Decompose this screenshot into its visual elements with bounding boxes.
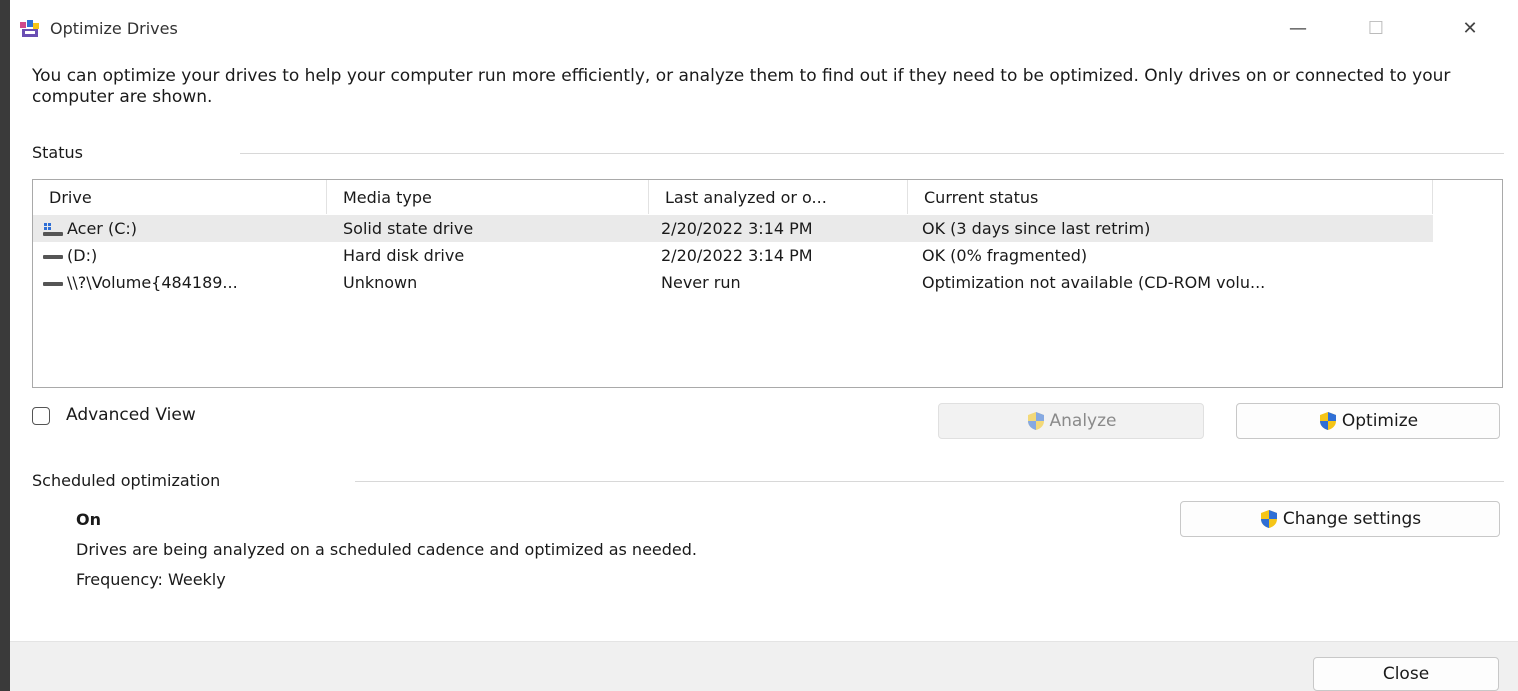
advanced-view-checkbox[interactable]: [32, 407, 50, 425]
windows-drive-icon: [43, 222, 63, 236]
drive-name: Acer (C:): [67, 219, 138, 238]
scheduled-divider: [355, 481, 1504, 482]
media-type-cell: Hard disk drive: [343, 246, 465, 265]
minimize-button[interactable]: —: [1278, 12, 1318, 44]
analyze-button[interactable]: Analyze: [938, 403, 1204, 439]
hard-disk-icon: [43, 276, 63, 290]
hard-disk-icon: [43, 249, 63, 263]
optimize-button[interactable]: Optimize: [1236, 403, 1500, 439]
drive-name: \\?\Volume{484189...: [67, 273, 238, 292]
current-status-cell: Optimization not available (CD-ROM volu.…: [922, 273, 1266, 292]
uac-shield-icon: [1318, 411, 1338, 431]
drive-row[interactable]: Acer (C:) Solid state drive 2/20/2022 3:…: [33, 215, 1433, 242]
uac-shield-icon: [1259, 509, 1279, 529]
status-section-label: Status: [32, 143, 83, 162]
drive-row[interactable]: (D:) Hard disk drive 2/20/2022 3:14 PM O…: [33, 242, 1433, 269]
change-settings-button[interactable]: Change settings: [1180, 501, 1500, 537]
window-title: Optimize Drives: [50, 19, 178, 38]
optimize-label: Optimize: [1341, 411, 1419, 431]
column-header-media-type[interactable]: Media type: [327, 180, 649, 214]
last-analyzed-cell: 2/20/2022 3:14 PM: [661, 246, 813, 265]
schedule-state: On: [76, 510, 101, 529]
analyze-label: Analyze: [1049, 411, 1117, 431]
current-status-cell: OK (3 days since last retrim): [922, 219, 1151, 238]
column-header-last-analyzed[interactable]: Last analyzed or o...: [649, 180, 908, 214]
close-button[interactable]: Close: [1313, 657, 1499, 691]
last-analyzed-cell: Never run: [661, 273, 741, 292]
advanced-view-label[interactable]: Advanced View: [66, 405, 196, 425]
close-window-button[interactable]: ✕: [1450, 12, 1490, 44]
drive-name: (D:): [67, 246, 98, 265]
media-type-cell: Unknown: [343, 273, 418, 292]
last-analyzed-cell: 2/20/2022 3:14 PM: [661, 219, 813, 238]
drive-name-cell: (D:): [43, 242, 327, 269]
drive-name-cell: Acer (C:): [43, 215, 327, 242]
dialog-footer: Close: [10, 641, 1518, 691]
schedule-description: Drives are being analyzed on a scheduled…: [76, 540, 697, 559]
optimize-drives-window: Optimize Drives — ☐ ✕ You can optimize y…: [10, 0, 1518, 691]
drives-list-header: Drive Media type Last analyzed or o... C…: [33, 180, 1433, 214]
defrag-app-icon: [20, 20, 40, 38]
drives-list[interactable]: Drive Media type Last analyzed or o... C…: [32, 179, 1503, 388]
current-status-cell: OK (0% fragmented): [922, 246, 1088, 265]
intro-description: You can optimize your drives to help you…: [32, 66, 1451, 107]
maximize-button[interactable]: ☐: [1356, 12, 1396, 44]
drive-row[interactable]: \\?\Volume{484189... Unknown Never run O…: [33, 269, 1433, 296]
status-divider: [240, 153, 1504, 154]
uac-shield-icon: [1026, 411, 1046, 431]
title-bar[interactable]: Optimize Drives — ☐ ✕: [10, 0, 1518, 56]
media-type-cell: Solid state drive: [343, 219, 474, 238]
column-header-current-status[interactable]: Current status: [908, 180, 1433, 214]
scheduled-section-label: Scheduled optimization: [32, 471, 221, 490]
drive-name-cell: \\?\Volume{484189...: [43, 269, 327, 296]
column-header-drive[interactable]: Drive: [33, 180, 327, 214]
change-settings-label: Change settings: [1282, 509, 1422, 529]
schedule-frequency: Frequency: Weekly: [76, 570, 226, 589]
